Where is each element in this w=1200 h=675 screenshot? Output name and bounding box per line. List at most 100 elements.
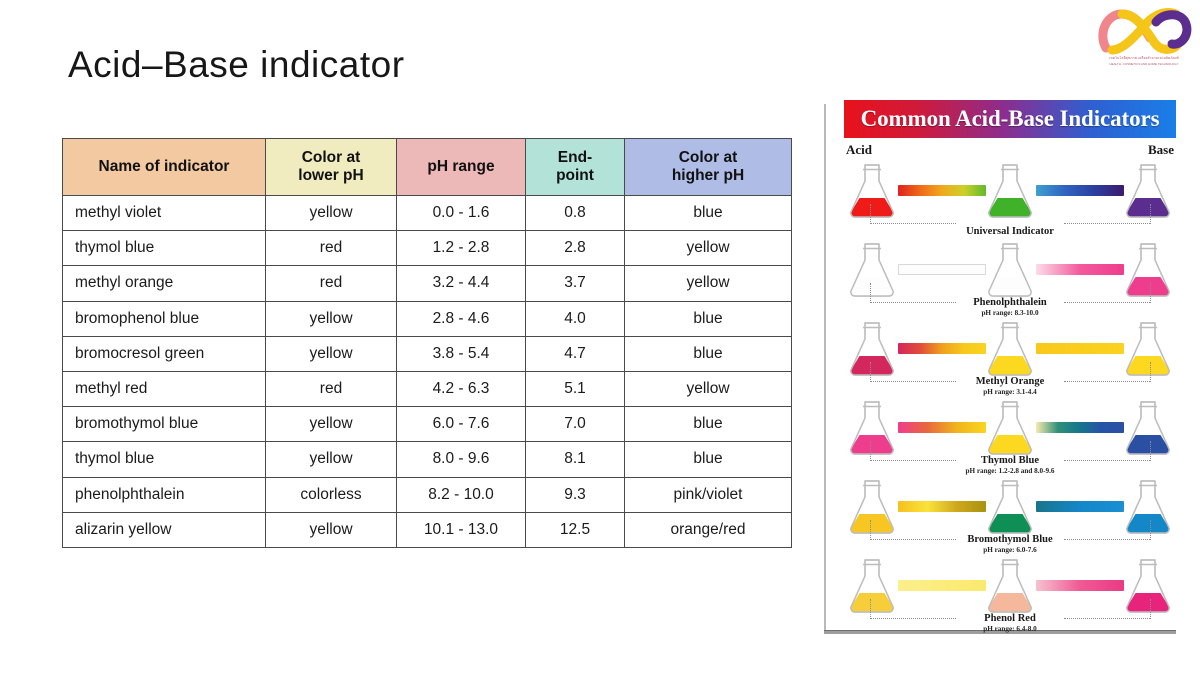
alpha-ribbon-logo: เทคโนโลยีสุขภาพ เครื่องสำอางและผลิตภัณฑ์… — [1092, 4, 1196, 72]
flask-neutral — [984, 399, 1036, 457]
poster-indicator-row: Thymol Blue pH range: 1.2-2.8 and 8.0-9.6 — [844, 397, 1176, 475]
cell-endpoint: 4.7 — [525, 335, 625, 372]
erlenmeyer-flask-icon — [850, 322, 894, 376]
erlenmeyer-flask-icon — [1126, 322, 1170, 376]
cell-color-lower-ph: red — [265, 230, 397, 267]
poster-row-ph-range: pH range: 1.2-2.8 and 8.0-9.6 — [965, 466, 1055, 475]
flask-base — [1122, 478, 1174, 536]
flask-acid — [846, 241, 898, 299]
table-row: methyl red red 4.2 - 6.3 5.1 yellow — [62, 370, 792, 408]
color-gradient-bar-base-side — [1036, 185, 1124, 196]
erlenmeyer-flask-icon — [988, 401, 1032, 455]
flask-acid — [846, 162, 898, 220]
cell-indicator-name: thymol blue — [62, 230, 266, 267]
color-gradient-bar-base-side — [1036, 501, 1124, 512]
poster-row-caption: Phenolphthalein pH range: 8.3-10.0 — [844, 297, 1176, 318]
erlenmeyer-flask-icon — [850, 480, 894, 534]
flask-neutral — [984, 162, 1036, 220]
erlenmeyer-flask-icon — [1126, 243, 1170, 297]
cell-color-higher-ph: yellow — [624, 265, 792, 302]
cell-indicator-name: methyl orange — [62, 265, 266, 302]
table-body: methyl violet yellow 0.0 - 1.6 0.8 blue thymo… — [62, 194, 792, 548]
guide-line-left — [870, 204, 871, 224]
erlenmeyer-flask-icon — [1126, 401, 1170, 455]
cell-ph-range: 8.2 - 10.0 — [396, 476, 526, 513]
poster-banner: Common Acid-Base Indicators — [844, 100, 1176, 138]
cell-endpoint: 3.7 — [525, 265, 625, 302]
table-row: methyl violet yellow 0.0 - 1.6 0.8 blue — [62, 194, 792, 232]
color-gradient-bar-acid-side — [898, 343, 986, 354]
flask-neutral — [984, 241, 1036, 299]
table-row: thymol blue yellow 8.0 - 9.6 8.1 blue — [62, 441, 792, 478]
erlenmeyer-flask-icon — [1126, 480, 1170, 534]
column-header-endpoint-line2: point — [556, 167, 594, 184]
guide-line-right — [1150, 204, 1151, 224]
logo-caption-english: HEALTH, COSMETICS AND HOME TECHNOLOGY — [1109, 62, 1179, 66]
column-header-lower-ph-line1: Color at — [301, 149, 361, 166]
color-gradient-bar-base-side — [1036, 343, 1124, 354]
flask-acid — [846, 557, 898, 615]
cell-color-lower-ph: yellow — [265, 194, 397, 232]
column-header-lower-ph-line2: lower pH — [298, 167, 364, 184]
cell-color-higher-ph: yellow — [624, 370, 792, 408]
flask-base — [1122, 320, 1174, 378]
poster-row-caption: Phenol Red pH range: 6.4-8.0 — [844, 613, 1176, 634]
cell-endpoint: 8.1 — [525, 441, 625, 478]
erlenmeyer-flask-icon — [850, 401, 894, 455]
cell-indicator-name: methyl red — [62, 370, 266, 408]
poster-indicator-row: Bromothymol Blue pH range: 6.0-7.6 — [844, 476, 1176, 554]
cell-ph-range: 3.2 - 4.4 — [396, 265, 526, 302]
column-header-endpoint: End- point — [525, 138, 625, 196]
color-gradient-bar-acid-side — [898, 580, 986, 591]
cell-color-lower-ph: yellow — [265, 300, 397, 337]
column-header-higher-ph: Color at higher pH — [624, 138, 792, 196]
flask-acid — [846, 478, 898, 536]
cell-ph-range: 8.0 - 9.6 — [396, 441, 526, 478]
cell-color-lower-ph: yellow — [265, 406, 397, 443]
erlenmeyer-flask-icon — [850, 243, 894, 297]
cell-indicator-name: phenolphthalein — [62, 476, 266, 513]
poster-row-name: Thymol Blue — [980, 454, 1040, 466]
cell-color-higher-ph: blue — [624, 335, 792, 372]
flask-acid — [846, 320, 898, 378]
color-gradient-bar-acid-side — [898, 185, 986, 196]
page-title: Acid–Base indicator — [68, 44, 405, 85]
poster-row-name: Phenol Red — [984, 612, 1036, 624]
cell-ph-range: 10.1 - 13.0 — [396, 511, 526, 548]
poster-row-name: Bromothymol Blue — [967, 533, 1053, 545]
poster-row-name: Methyl Orange — [975, 375, 1045, 387]
cell-color-higher-ph: blue — [624, 406, 792, 443]
cell-color-higher-ph: orange/red — [624, 511, 792, 548]
guide-dotline-left — [870, 223, 956, 224]
cell-endpoint: 5.1 — [525, 370, 625, 408]
flask-base — [1122, 557, 1174, 615]
guide-dotline-right — [1064, 223, 1150, 224]
poster-row-name: Phenolphthalein — [973, 296, 1047, 308]
cell-indicator-name: methyl violet — [62, 194, 266, 232]
cell-indicator-name: bromophenol blue — [62, 300, 266, 337]
column-header-higher-ph-line2: higher pH — [671, 167, 745, 184]
acid-base-indicator-table: Name of indicator Color at lower pH pH r… — [62, 138, 792, 548]
cell-indicator-name: bromocresol green — [62, 335, 266, 372]
poster-indicator-row: Universal Indicator — [844, 160, 1176, 238]
color-gradient-bar-acid-side — [898, 501, 986, 512]
erlenmeyer-flask-icon — [988, 322, 1032, 376]
table-row: bromocresol green yellow 3.8 - 5.4 4.7 blue — [62, 335, 792, 372]
cell-color-lower-ph: red — [265, 265, 397, 302]
table-row: phenolphthalein colorless 8.2 - 10.0 9.3 pin… — [62, 476, 792, 513]
column-header-name: Name of indicator — [62, 138, 266, 196]
erlenmeyer-flask-icon — [1126, 164, 1170, 218]
column-header-ph-range: pH range — [396, 138, 526, 196]
poster-indicator-row: Phenolphthalein pH range: 8.3-10.0 — [844, 239, 1176, 317]
cell-color-lower-ph: colorless — [265, 476, 397, 513]
cell-color-lower-ph: yellow — [265, 511, 397, 548]
cell-ph-range: 4.2 - 6.3 — [396, 370, 526, 408]
poster-row-caption: Methyl Orange pH range: 3.1-4.4 — [844, 376, 1176, 397]
table-row: bromothymol blue yellow 6.0 - 7.6 7.0 blue — [62, 406, 792, 443]
cell-indicator-name: alizarin yellow — [62, 511, 266, 548]
flask-neutral — [984, 557, 1036, 615]
cell-endpoint: 7.0 — [525, 406, 625, 443]
poster-row-caption: Universal Indicator — [844, 226, 1176, 238]
cell-endpoint: 12.5 — [525, 511, 625, 548]
cell-color-lower-ph: yellow — [265, 441, 397, 478]
